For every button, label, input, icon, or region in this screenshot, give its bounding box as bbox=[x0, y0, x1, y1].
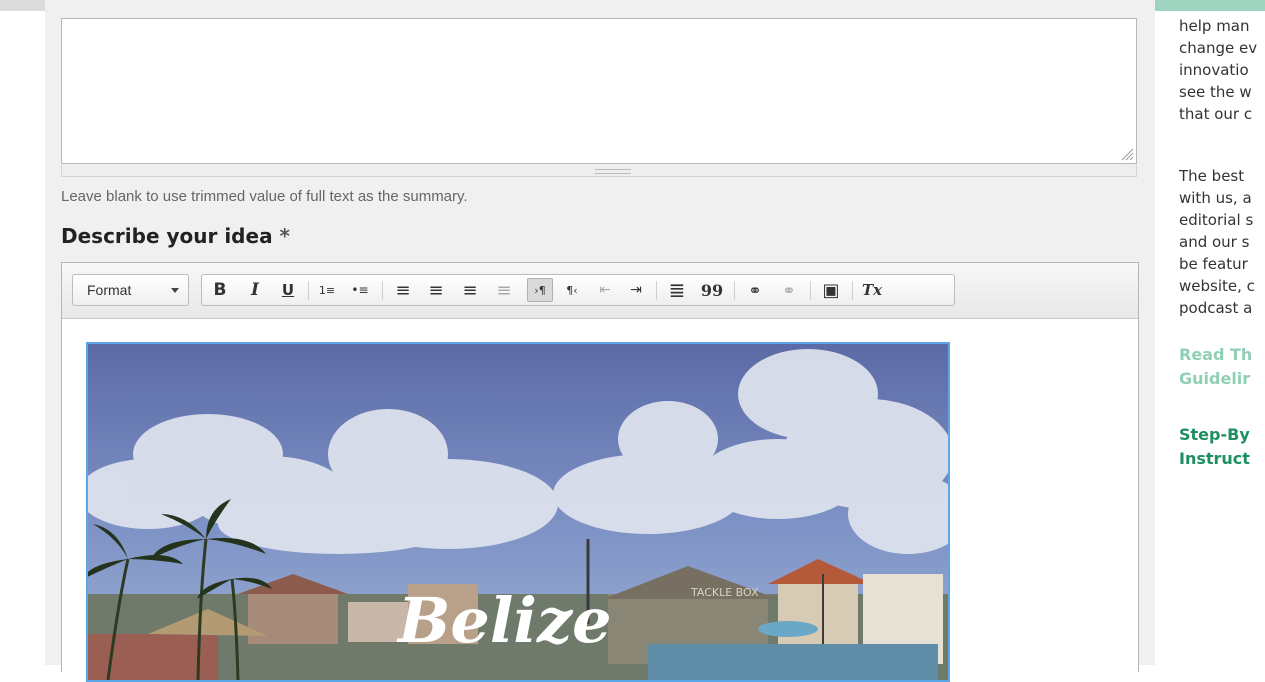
tackle-box-sign: TACKLE BOX bbox=[690, 586, 759, 599]
sidebar-text-line: editorial s bbox=[1179, 211, 1254, 229]
resize-handle-icon[interactable] bbox=[1120, 147, 1134, 161]
outdent-icon: ⇤ bbox=[599, 282, 611, 298]
embedded-belize-image[interactable]: TACKLE BOX Belize bbox=[86, 342, 950, 682]
numbered-list-button[interactable]: 1≡ bbox=[314, 278, 340, 302]
describe-idea-label: Describe your idea * bbox=[61, 224, 290, 248]
sidebar-text-line: and our s bbox=[1179, 233, 1250, 251]
horizontal-line-button[interactable]: ≣ bbox=[664, 278, 690, 302]
sidebar-text-line: be featur bbox=[1179, 255, 1248, 273]
link-text-line: Read Th bbox=[1179, 345, 1253, 364]
text-direction-rtl-button[interactable]: ¶‹ bbox=[559, 278, 585, 302]
underline-icon: U bbox=[281, 281, 295, 299]
formatting-buttons: B I U 1≡ •≡ ≡ ≡ ≡ ≡ ›¶ ¶‹ ⇤ ⇥ ≣ 99 ⚭ ⚭ ▣… bbox=[201, 274, 955, 306]
toolbar-separator bbox=[852, 281, 853, 300]
link-text-line: Guidelir bbox=[1179, 369, 1251, 388]
sidebar-text-line: change ev bbox=[1179, 39, 1258, 57]
ltr-icon: ›¶ bbox=[534, 283, 546, 297]
grippie-icon bbox=[595, 169, 631, 174]
justify-icon: ≡ bbox=[496, 279, 512, 301]
blockquote-button[interactable]: 99 bbox=[699, 278, 725, 302]
sidebar-text-line: innovatio bbox=[1179, 61, 1249, 79]
summary-textarea[interactable] bbox=[61, 18, 1137, 164]
step-by-step-instructions-link[interactable]: Step-By Instruct bbox=[1179, 423, 1250, 471]
image-button[interactable]: ▣ bbox=[818, 278, 844, 302]
text-direction-ltr-button[interactable]: ›¶ bbox=[527, 278, 553, 302]
bulleted-list-button[interactable]: •≡ bbox=[347, 278, 373, 302]
belize-beach-photo: TACKLE BOX Belize bbox=[88, 344, 948, 680]
editor-content-area[interactable]: TACKLE BOX Belize bbox=[62, 319, 1138, 682]
format-dropdown-label: Format bbox=[87, 282, 132, 298]
underline-button[interactable]: U bbox=[275, 278, 301, 302]
sidebar-text-line: website, c bbox=[1179, 277, 1255, 295]
indent-icon: ⇥ bbox=[630, 282, 642, 298]
field-label-text: Describe your idea bbox=[61, 224, 273, 248]
horizontal-line-icon: ≣ bbox=[668, 278, 686, 302]
indent-button[interactable]: ⇥ bbox=[623, 278, 649, 302]
toolbar-separator bbox=[734, 281, 735, 300]
align-right-button[interactable]: ≡ bbox=[457, 278, 483, 302]
editor-toolbar: Format B I U 1≡ •≡ ≡ ≡ ≡ ≡ ›¶ ¶‹ ⇤ ⇥ ≣ 9… bbox=[62, 263, 1138, 319]
textarea-grippie[interactable] bbox=[61, 165, 1137, 177]
summary-hint: Leave blank to use trimmed value of full… bbox=[61, 188, 468, 205]
bold-icon: B bbox=[213, 280, 227, 300]
unlink-button[interactable]: ⚭ bbox=[776, 278, 802, 302]
right-sidebar: help man change ev innovatio see the w t… bbox=[1179, 0, 1265, 665]
unlink-icon: ⚭ bbox=[782, 280, 796, 300]
chevron-down-icon bbox=[171, 288, 179, 293]
link-text-line: Instruct bbox=[1179, 449, 1250, 468]
align-left-button[interactable]: ≡ bbox=[390, 278, 416, 302]
image-icon: ▣ bbox=[822, 279, 840, 301]
read-guidelines-link[interactable]: Read Th Guidelir bbox=[1179, 343, 1252, 391]
sidebar-text-line: podcast a bbox=[1179, 299, 1253, 317]
quote-icon: 99 bbox=[700, 280, 724, 300]
toolbar-separator bbox=[308, 281, 309, 300]
align-center-icon: ≡ bbox=[428, 279, 444, 301]
sidebar-text-line: The best bbox=[1179, 167, 1245, 185]
outdent-button[interactable]: ⇤ bbox=[592, 278, 618, 302]
sidebar-text-line: see the w bbox=[1179, 83, 1252, 101]
toolbar-separator bbox=[382, 281, 383, 300]
toolbar-separator bbox=[656, 281, 657, 300]
rtl-icon: ¶‹ bbox=[566, 283, 578, 297]
italic-icon: I bbox=[251, 280, 259, 300]
bold-button[interactable]: B bbox=[207, 278, 233, 302]
toolbar-separator bbox=[810, 281, 811, 300]
format-dropdown[interactable]: Format bbox=[72, 274, 189, 306]
justify-button[interactable]: ≡ bbox=[491, 278, 517, 302]
rich-text-editor: Format B I U 1≡ •≡ ≡ ≡ ≡ ≡ ›¶ ¶‹ ⇤ ⇥ ≣ 9… bbox=[61, 262, 1139, 682]
align-center-button[interactable]: ≡ bbox=[423, 278, 449, 302]
link-icon: ⚭ bbox=[748, 280, 762, 300]
align-right-icon: ≡ bbox=[462, 279, 478, 301]
required-marker: * bbox=[279, 224, 290, 248]
link-button[interactable]: ⚭ bbox=[742, 278, 768, 302]
remove-format-button[interactable]: Tx bbox=[859, 278, 885, 302]
main-form-column: Leave blank to use trimmed value of full… bbox=[45, 0, 1155, 682]
remove-format-icon: Tx bbox=[861, 281, 883, 299]
sidebar-paragraph: The best with us, a editorial s and our … bbox=[1179, 165, 1255, 319]
belize-caption: Belize bbox=[396, 584, 612, 657]
sidebar-text-line: with us, a bbox=[1179, 189, 1252, 207]
sidebar-text-line: that our c bbox=[1179, 105, 1253, 123]
bulleted-list-icon: •≡ bbox=[351, 283, 369, 297]
link-text-line: Step-By bbox=[1179, 425, 1250, 444]
italic-button[interactable]: I bbox=[242, 278, 268, 302]
align-left-icon: ≡ bbox=[395, 279, 411, 301]
sidebar-text-line: help man bbox=[1179, 17, 1250, 35]
sidebar-paragraph: help man change ev innovatio see the w t… bbox=[1179, 15, 1257, 125]
numbered-list-icon: 1≡ bbox=[318, 283, 336, 297]
